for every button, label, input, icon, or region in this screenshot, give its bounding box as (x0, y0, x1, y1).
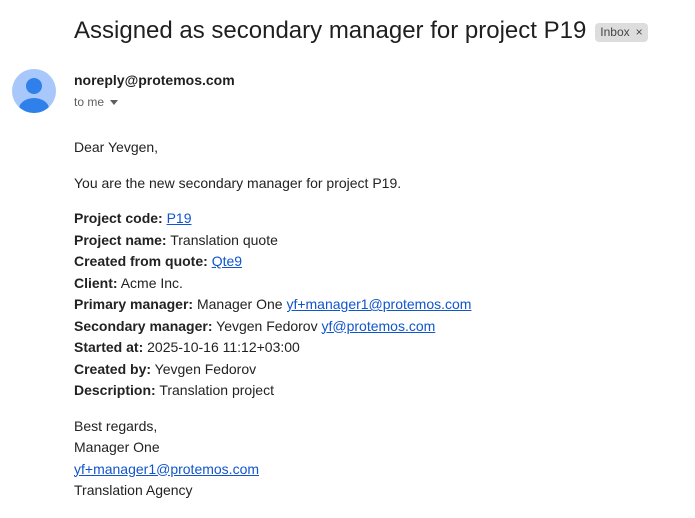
secondary-manager-email-link[interactable]: yf@protemos.com (321, 318, 435, 334)
detail-label: Description: (74, 382, 156, 398)
quote-link[interactable]: Qte9 (212, 253, 242, 269)
detail-secondary-manager: Secondary manager: Yevgen Fedorov yf@pro… (74, 316, 674, 338)
email-subject: Assigned as secondary manager for projec… (74, 17, 587, 44)
signoff-email-link[interactable]: yf+manager1@protemos.com (74, 461, 259, 477)
email-body: Dear Yevgen, You are the new secondary m… (74, 137, 674, 502)
detail-value: Translation project (159, 382, 274, 398)
detail-description: Description: Translation project (74, 380, 674, 402)
sender-email[interactable]: noreply@protemos.com (74, 71, 235, 89)
recipient-details-toggle[interactable]: to me (74, 94, 119, 110)
detail-label: Started at: (74, 339, 144, 355)
detail-value: Yevgen Fedorov (154, 360, 257, 377)
project-code-link[interactable]: P19 (167, 210, 192, 226)
detail-label: Project name: (74, 231, 167, 248)
signoff-name: Manager One (74, 439, 160, 455)
detail-label: Project code: (74, 210, 163, 226)
detail-label: Secondary manager: (74, 317, 213, 334)
detail-label: Created from quote: (74, 253, 208, 269)
detail-project-name: Project name: Translation quote (74, 230, 674, 252)
signoff-email-line: yf+manager1@protemos.com (74, 459, 674, 481)
greeting: Dear Yevgen, (74, 139, 159, 155)
detail-label: Primary manager: (74, 296, 194, 312)
subject-row: Assigned as secondary manager for projec… (74, 14, 648, 48)
detail-value: Yevgen Fedorov (216, 317, 318, 334)
detail-value: Translation quote (170, 231, 278, 248)
sender-avatar[interactable] (12, 69, 56, 113)
intro-text: You are the new secondary manager for pr… (74, 174, 402, 191)
detail-value: Manager One (196, 296, 283, 312)
detail-created-from: Created from quote: Qte9 (74, 251, 674, 273)
detail-value: 2025-10-16 11:12+03:00 (147, 339, 300, 355)
detail-client: Client: Acme Inc. (74, 273, 674, 295)
detail-project-code: Project code: P19 (74, 208, 674, 230)
signoff-company: Translation Agency (74, 482, 193, 498)
caret-down-icon[interactable] (110, 99, 119, 105)
detail-started-at: Started at: 2025-10-16 11:12+03:00 (74, 337, 674, 359)
detail-created-by: Created by: Yevgen Fedorov (74, 359, 674, 381)
signoff-regards: Best regards, (74, 417, 158, 434)
label-name: Inbox (600, 24, 630, 39)
person-icon (19, 78, 49, 113)
detail-primary-manager: Primary manager: Manager One yf+manager1… (74, 294, 674, 316)
inbox-label-chip[interactable]: Inbox × (595, 22, 648, 42)
recipient-text: to me (74, 95, 105, 109)
detail-value: Acme Inc. (120, 274, 183, 291)
remove-label-icon[interactable]: × (636, 24, 643, 40)
detail-label: Created by: (74, 360, 152, 377)
primary-manager-email-link[interactable]: yf+manager1@protemos.com (286, 296, 471, 312)
detail-label: Client: (74, 274, 118, 291)
